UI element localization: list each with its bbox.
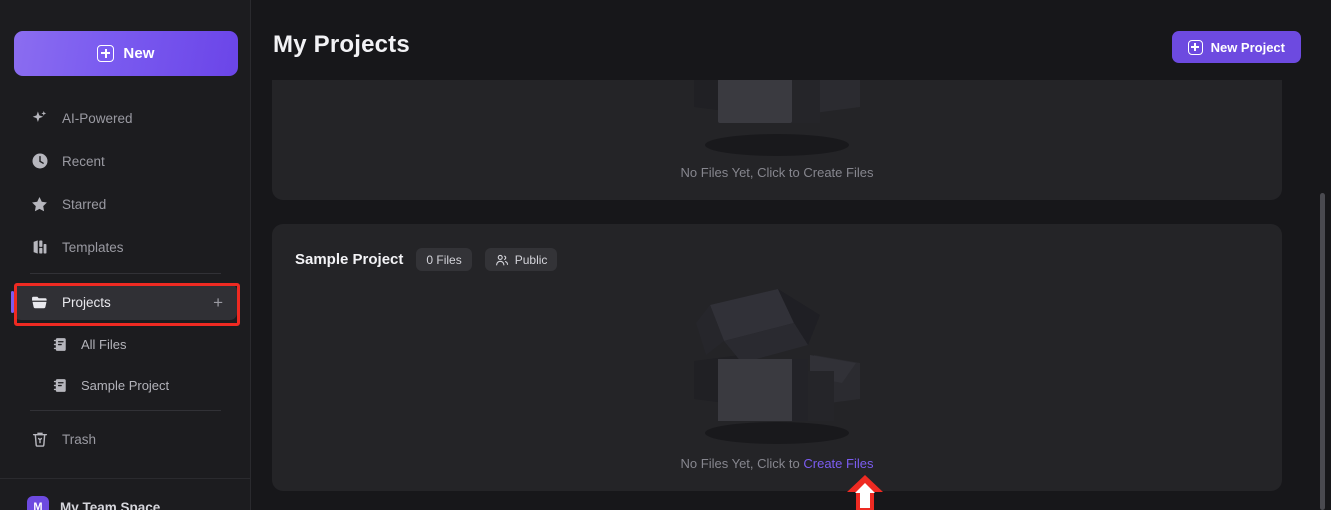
project-card-sample-project[interactable]: Sample Project 0 Files Public No Files Y… [272,224,1282,491]
sidebar-divider-top [30,273,221,274]
team-space-label: My Team Space [60,499,161,510]
empty-text-prefix: No Files Yet, Click to [680,456,804,471]
new-button-label: New [123,45,155,62]
sidebar-item-ai-powered[interactable]: AI-Powered [14,100,237,136]
empty-state-text: No Files Yet, Click to Create Files [681,165,874,180]
sidebar-sub-item-label: Sample Project [81,377,170,393]
empty-state[interactable]: No Files Yet, Click to Create Files [272,283,1282,471]
empty-box-illustration [694,80,860,156]
sidebar-item-starred[interactable]: Starred [14,186,237,222]
avatar: M [27,496,49,510]
files-count-label: 0 Files [426,252,462,267]
add-project-icon[interactable]: + [213,294,223,311]
project-card[interactable]: No Files Yet, Click to Create Files [272,80,1282,200]
files-count-badge[interactable]: 0 Files [416,248,472,271]
sidebar-item-trash[interactable]: Trash [14,421,237,457]
plus-square-icon [1187,39,1203,55]
sidebar: New AI-Powered Recent Starred Templates … [0,0,251,510]
sidebar-item-label: Recent [62,153,105,169]
sidebar-bottom-divider [0,478,250,479]
page-title: My Projects [273,31,410,58]
team-space-row[interactable]: M My Team Space [27,496,160,510]
sidebar-item-label: Templates [62,239,124,255]
sidebar-item-sample-project[interactable]: Sample Project [14,368,237,402]
sidebar-item-recent[interactable]: Recent [14,143,237,179]
star-icon [30,195,49,214]
card-header: Sample Project 0 Files Public [295,248,558,271]
projects-scroll-area[interactable]: No Files Yet, Click to Create Files Samp… [251,80,1331,510]
sidebar-sub-item-label: All Files [81,336,127,352]
visibility-badge[interactable]: Public [484,248,558,271]
sidebar-item-templates[interactable]: Templates [14,229,237,265]
sidebar-nav: AI-Powered Recent Starred Templates Proj… [0,100,250,464]
new-project-button[interactable]: New Project [1171,31,1301,63]
visibility-label: Public [514,252,548,267]
main-content: My Projects New Project No Files Yet, Cl… [251,0,1331,510]
sidebar-item-label: Starred [62,196,107,212]
people-icon [495,253,509,267]
notebook-icon [52,377,69,394]
empty-box-illustration [694,289,860,444]
sidebar-divider-bottom [30,410,221,411]
new-project-button-label: New Project [1210,39,1285,55]
folder-icon [30,293,49,312]
trash-icon [30,430,49,449]
scrollbar-thumb[interactable] [1320,193,1325,510]
templates-icon [30,238,49,257]
app-root: New AI-Powered Recent Starred Templates … [0,0,1331,510]
empty-state[interactable]: No Files Yet, Click to Create Files [272,80,1282,180]
empty-text-prefix: No Files Yet, Click to Create Files [680,165,874,180]
top-bar: My Projects New Project [251,0,1331,80]
sidebar-item-projects[interactable]: Projects + [11,284,237,320]
sidebar-item-all-files[interactable]: All Files [14,327,237,361]
sparkle-icon [30,109,49,128]
sidebar-item-label: Projects [62,294,111,310]
clock-icon [30,152,49,171]
sidebar-item-label: AI-Powered [62,110,133,126]
plus-square-icon [97,45,115,62]
notebook-icon [52,336,69,353]
empty-state-text: No Files Yet, Click to Create Files [681,456,874,471]
create-files-link[interactable]: Create Files [803,456,873,471]
sidebar-item-label: Trash [62,431,97,447]
card-title: Sample Project [295,251,404,268]
new-button[interactable]: New [14,31,238,76]
